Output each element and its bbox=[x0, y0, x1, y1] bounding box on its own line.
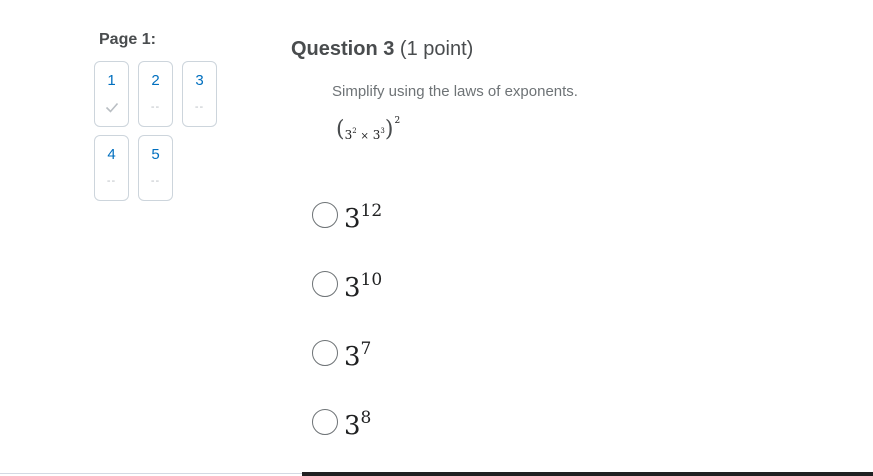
radio-button[interactable] bbox=[312, 340, 338, 366]
question-nav-number: 1 bbox=[107, 72, 116, 89]
question-nav-tile-4[interactable]: 4 -- bbox=[94, 135, 129, 201]
answer-option-text: 37 bbox=[344, 339, 372, 372]
page-label: Page 1: bbox=[99, 31, 156, 48]
question-nav-tile-5[interactable]: 5 -- bbox=[138, 135, 173, 201]
answer-option-4[interactable]: 38 bbox=[312, 405, 371, 439]
close-paren: ) bbox=[384, 117, 394, 142]
question-nav-number: 2 bbox=[151, 72, 160, 89]
check-icon bbox=[95, 100, 128, 114]
question-prompt: Simplify using the laws of exponents. bbox=[332, 83, 578, 100]
answer-option-text: 312 bbox=[344, 201, 383, 234]
question-nav-tile-3[interactable]: 3 -- bbox=[182, 61, 217, 127]
expression-inner: 32 × 33 bbox=[344, 127, 385, 142]
unanswered-indicator: -- bbox=[194, 101, 205, 113]
radio-button[interactable] bbox=[312, 271, 338, 297]
question-nav-number: 3 bbox=[195, 72, 204, 89]
answer-option-1[interactable]: 312 bbox=[312, 198, 382, 232]
answer-option-2[interactable]: 310 bbox=[312, 267, 382, 301]
question-nav-tile-2[interactable]: 2 -- bbox=[138, 61, 173, 127]
question-number: Question 3 bbox=[291, 38, 395, 60]
answer-option-text: 310 bbox=[344, 270, 383, 303]
question-nav-number: 4 bbox=[107, 146, 116, 163]
question-nav-number: 5 bbox=[151, 146, 160, 163]
radio-button[interactable] bbox=[312, 409, 338, 435]
divider bbox=[302, 472, 873, 476]
divider bbox=[0, 473, 302, 474]
question-title: Question 3 (1 point) bbox=[291, 38, 473, 61]
unanswered-indicator: -- bbox=[150, 101, 161, 113]
math-expression: ( 32 × 33 ) 2 bbox=[336, 116, 401, 142]
unanswered-indicator: -- bbox=[106, 175, 117, 187]
radio-button[interactable] bbox=[312, 202, 338, 228]
question-points: (1 point) bbox=[399, 38, 474, 60]
unanswered-indicator: -- bbox=[150, 175, 161, 187]
answer-option-3[interactable]: 37 bbox=[312, 336, 371, 370]
question-nav-tile-1[interactable]: 1 bbox=[94, 61, 129, 127]
outer-exponent: 2 bbox=[394, 116, 401, 126]
answer-option-text: 38 bbox=[344, 408, 372, 441]
open-paren: ( bbox=[336, 117, 345, 142]
